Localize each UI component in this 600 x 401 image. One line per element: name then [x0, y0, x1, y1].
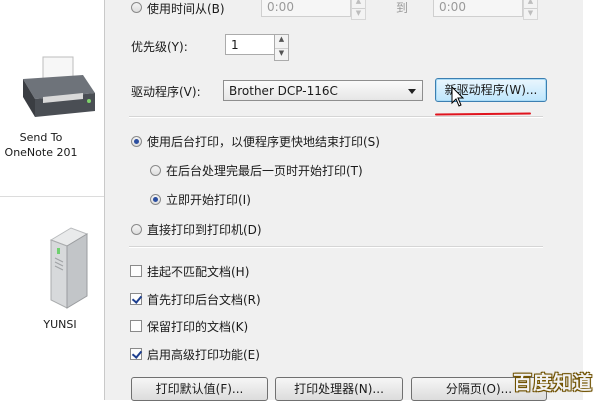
advanced-features-checkbox[interactable] [130, 348, 142, 360]
driver-select-value: Brother DCP-116C [229, 84, 338, 98]
spin-up-icon[interactable]: ▲ [275, 35, 288, 48]
separator [129, 246, 543, 248]
desktop-icon-label: YUNSI [43, 318, 77, 331]
keep-printed-label: 保留打印的文档(K) [147, 320, 249, 334]
time-to-input[interactable]: 0:00 [433, 0, 523, 17]
spin-up-icon[interactable]: ▲ [352, 0, 365, 8]
chevron-down-icon [408, 89, 416, 94]
desktop-area: Send To OneNote 201 YUNSI [0, 0, 104, 400]
hold-mismatched-checkbox[interactable] [130, 265, 142, 277]
advanced-features-label: 启用高级打印功能(E) [147, 348, 260, 362]
time-radio-label: 使用时间从(B) [147, 2, 225, 16]
drive-icon [49, 227, 89, 309]
priority-label: 优先级(Y): [131, 40, 188, 54]
printer-advanced-properties-dialog: 使用时间从(B) 0:00 ▲ ▼ 到 0:00 ▲ ▼ 优先级(Y): 1 ▲… [104, 0, 584, 401]
print-spooled-first-label: 首先打印后台文档(R) [147, 293, 261, 307]
spool-after-last-page-radio[interactable] [150, 165, 161, 176]
separator [129, 116, 543, 118]
time-radio[interactable] [131, 2, 142, 13]
print-processor-button[interactable]: 打印处理器(N)... [275, 377, 403, 401]
spin-down-icon[interactable]: ▼ [275, 47, 288, 61]
printer-icon [23, 56, 95, 117]
printing-defaults-button[interactable]: 打印默认值(F)... [131, 377, 268, 401]
spin-down-icon[interactable]: ▼ [524, 8, 537, 19]
spool-after-last-page-label: 在后台处理完最后一页时开始打印(T) [166, 164, 363, 178]
spin-up-icon[interactable]: ▲ [524, 0, 537, 8]
time-to-spinner[interactable]: ▲ ▼ [523, 0, 538, 20]
spool-radio[interactable] [131, 136, 142, 147]
desktop-divider [0, 196, 104, 197]
driver-label: 驱动程序(V): [131, 85, 201, 99]
background-strip [583, 0, 600, 400]
keep-printed-checkbox[interactable] [130, 320, 142, 332]
send-to-onenote-shortcut[interactable]: Send To OneNote 201 [5, 55, 108, 160]
priority-spinner[interactable]: ▲ ▼ [274, 34, 289, 61]
spool-immediate-label: 立即开始打印(I) [166, 193, 251, 207]
spin-down-icon[interactable]: ▼ [352, 8, 365, 19]
time-to-label: 到 [396, 1, 409, 15]
priority-input[interactable]: 1 [225, 34, 275, 55]
spool-radio-label: 使用后台打印，以便程序更快地结束打印(S) [147, 135, 380, 149]
hold-mismatched-label: 挂起不匹配文档(H) [147, 265, 250, 279]
time-from-input[interactable]: 0:00 [261, 0, 351, 17]
desktop-icon-label: Send To OneNote 201 [4, 131, 78, 159]
time-from-spinner[interactable]: ▲ ▼ [351, 0, 366, 20]
spool-immediate-radio[interactable] [150, 194, 161, 205]
driver-select[interactable]: Brother DCP-116C [223, 80, 423, 101]
watermark-logo: 百度知道 [513, 372, 594, 394]
mouse-cursor-icon [451, 86, 465, 107]
yunsi-drive-shortcut[interactable]: YUNSI [28, 226, 108, 332]
print-spooled-first-checkbox[interactable] [130, 293, 142, 305]
direct-print-radio[interactable] [131, 224, 142, 235]
direct-print-label: 直接打印到打印机(D) [147, 223, 262, 237]
